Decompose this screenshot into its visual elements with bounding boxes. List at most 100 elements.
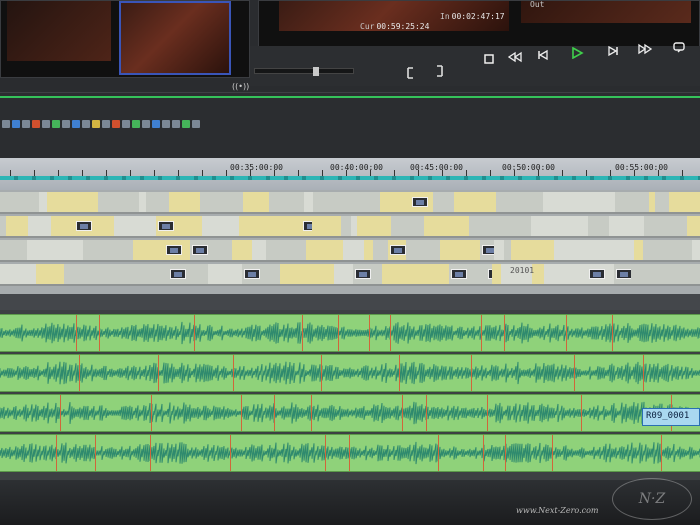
video-clip[interactable] [593,240,634,260]
video-clip[interactable] [98,192,112,212]
audio-edit-point[interactable] [149,435,151,471]
video-clip[interactable] [193,216,202,236]
video-clip[interactable] [380,192,410,212]
audio-edit-point[interactable] [368,315,370,351]
source-monitor[interactable] [0,0,250,78]
tool-icon[interactable] [112,120,120,128]
video-clip[interactable] [655,192,669,212]
video-clip[interactable] [631,264,660,284]
video-clip[interactable] [541,216,565,236]
tool-icon[interactable] [142,120,150,128]
audio-edit-point[interactable] [401,395,403,431]
audio-edit-point[interactable] [274,395,276,431]
tool-icon[interactable] [2,120,10,128]
video-clip[interactable] [443,216,452,236]
video-clip[interactable] [406,240,440,260]
audio-edit-point[interactable] [79,355,81,391]
video-clip[interactable] [200,192,243,212]
video-clip[interactable] [146,192,156,212]
video-clip[interactable] [280,264,319,284]
video-clip[interactable] [232,240,252,260]
audio-edit-point[interactable] [75,315,77,351]
audio-track-a2[interactable] [0,354,700,392]
audio-edit-point[interactable] [320,355,322,391]
video-clip[interactable] [304,192,313,212]
video-clip[interactable] [0,264,36,284]
video-clip[interactable] [266,240,306,260]
video-clip[interactable] [36,264,64,284]
audio-edit-point[interactable] [390,315,392,351]
selected-audio-clip[interactable]: R09_0001 [642,408,700,426]
audio-edit-point[interactable] [193,315,195,351]
video-clip[interactable] [252,240,266,260]
loop-icon[interactable] [668,38,690,56]
video-clip[interactable] [382,264,405,284]
audio-edit-point[interactable] [98,315,100,351]
video-clip[interactable] [208,264,242,284]
video-clip[interactable] [124,264,134,284]
video-clip[interactable] [424,216,443,236]
tool-icon[interactable] [92,120,100,128]
video-clip[interactable] [660,264,700,284]
tool-icon[interactable] [172,120,180,128]
audio-edit-point[interactable] [470,355,472,391]
play-icon[interactable] [566,44,588,62]
video-clip[interactable] [544,264,587,284]
step-forward-icon[interactable] [602,42,624,60]
video-clip[interactable] [634,240,643,260]
audio-edit-point[interactable] [565,315,567,351]
audio-edit-point[interactable] [437,435,439,471]
audio-edit-point[interactable] [574,355,576,391]
audio-track-a3[interactable] [0,394,700,432]
video-clip[interactable] [169,192,200,212]
tool-icon[interactable] [72,120,80,128]
video-clip[interactable] [609,216,644,236]
video-clip[interactable] [357,216,391,236]
video-clip[interactable] [134,264,168,284]
audio-edit-point[interactable] [233,355,235,391]
audio-edit-point[interactable] [151,395,153,431]
video-track-v1[interactable] [0,264,700,286]
video-clip[interactable] [554,240,593,260]
audio-edit-point[interactable] [157,355,159,391]
audio-edit-point[interactable] [612,315,614,351]
video-clip[interactable] [669,192,700,212]
audio-edit-point[interactable] [324,435,326,471]
video-clip[interactable] [64,264,106,284]
tool-icon[interactable] [32,120,40,128]
tool-icon[interactable] [12,120,20,128]
video-clip[interactable] [269,192,304,212]
audio-monitor-icon[interactable]: ((•)) [232,82,249,91]
video-clip[interactable] [504,240,511,260]
video-clip[interactable] [440,240,480,260]
video-clip[interactable] [106,264,124,284]
video-clip[interactable] [112,192,139,212]
mark-out-icon[interactable] [428,62,450,80]
audio-edit-point[interactable] [399,355,401,391]
slider-handle[interactable] [313,67,319,76]
video-clip[interactable] [644,216,687,236]
video-clip[interactable] [422,264,449,284]
video-clip[interactable] [565,216,588,236]
audio-tracks[interactable]: R09_0001 [0,310,700,480]
video-clip[interactable] [239,216,263,236]
video-clip[interactable] [373,240,388,260]
video-clip[interactable] [313,192,352,212]
video-clip[interactable] [156,192,169,212]
tool-icon[interactable] [182,120,190,128]
video-clip[interactable] [352,192,380,212]
video-clip[interactable] [543,192,557,212]
audio-track-a4[interactable] [0,434,700,472]
video-clip[interactable] [573,192,615,212]
video-clip[interactable] [520,192,543,212]
audio-edit-point[interactable] [56,435,58,471]
video-clip[interactable] [263,216,287,236]
video-clip[interactable] [243,192,269,212]
video-clip[interactable] [51,216,74,236]
step-back-icon[interactable] [532,46,554,64]
audio-edit-point[interactable] [503,315,505,351]
video-clip[interactable] [133,240,164,260]
video-clip[interactable] [531,216,541,236]
audio-edit-point[interactable] [505,435,507,471]
video-clip[interactable] [391,216,424,236]
